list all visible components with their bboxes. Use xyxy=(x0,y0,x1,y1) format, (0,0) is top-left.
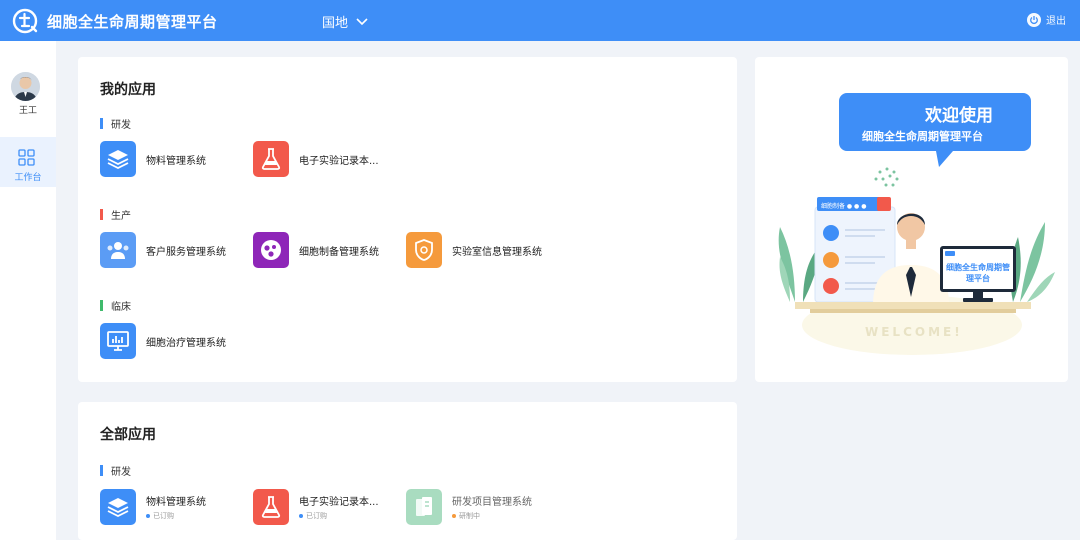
section-label-text: 研发 xyxy=(111,120,131,131)
section-label-text: 生产 xyxy=(111,211,131,222)
top-header: 细胞全生命周期管理平台 国地 退出 xyxy=(0,0,1080,41)
section-research: 研发 xyxy=(100,463,131,478)
welcome-title: 欢迎使用 xyxy=(925,106,993,126)
section-marker xyxy=(100,300,103,311)
app-name: 客户服务管理系统 xyxy=(146,246,226,258)
flask-icon xyxy=(253,489,289,525)
logout-button[interactable]: 退出 xyxy=(1027,12,1066,27)
cells-icon xyxy=(253,232,289,268)
app-name: 细胞治疗管理系统 xyxy=(146,337,226,349)
status-text: 已订购 xyxy=(153,512,174,520)
app-name: 研发项目管理系统 xyxy=(452,497,532,508)
section-marker xyxy=(100,118,103,129)
section-label-text: 临床 xyxy=(111,302,131,313)
my-apps-title: 我的应用 xyxy=(100,82,156,98)
region-selector[interactable]: 国地 xyxy=(322,12,368,31)
app-name: 电子实验记录本... xyxy=(299,155,379,167)
section-label-text: 研发 xyxy=(111,467,131,478)
layers-icon xyxy=(100,141,136,177)
region-label: 国地 xyxy=(322,16,349,31)
illustration-search-text: 细胞制备 ● ● ● xyxy=(821,203,867,210)
app-tile-cell-therapy[interactable]: 细胞治疗管理系统 xyxy=(100,323,226,359)
documents-icon xyxy=(406,489,442,525)
welcome-subtitle: 细胞全生命周期管理平台 xyxy=(862,130,983,143)
monitor-chart-icon xyxy=(100,323,136,359)
status-text: 已订购 xyxy=(306,512,327,520)
all-apps-card: 全部应用 研发 物料管理系统 已订购 电子实验记录本... 已订购 研发项目管理… xyxy=(78,402,737,540)
app-name: 细胞制备管理系统 xyxy=(299,246,379,258)
power-icon xyxy=(1027,12,1041,27)
avatar[interactable] xyxy=(11,72,40,101)
app-name: 电子实验记录本... xyxy=(299,497,379,508)
status-dot xyxy=(146,514,150,518)
app-status: 已订购 xyxy=(299,511,379,521)
shield-icon xyxy=(406,232,442,268)
logout-label: 退出 xyxy=(1046,16,1066,27)
app-status: 已订购 xyxy=(146,511,206,521)
status-dot xyxy=(299,514,303,518)
my-apps-card: 我的应用 研发 物料管理系统 电子实验记录本... 生产 客户服务管理系统 细胞… xyxy=(78,57,737,382)
sidebar-item-workbench[interactable]: 工作台 xyxy=(0,137,56,187)
status-text: 研制中 xyxy=(459,512,480,520)
all-apps-title: 全部应用 xyxy=(100,427,156,443)
app-name: 物料管理系统 xyxy=(146,497,206,508)
app-status: 研制中 xyxy=(452,511,532,521)
app-tile-eln[interactable]: 电子实验记录本... 已订购 xyxy=(253,489,379,525)
grid-icon xyxy=(18,149,35,166)
welcome-footer-text: WELCOME! xyxy=(865,325,963,339)
welcome-card: 欢迎使用 细胞全生命周期管理平台 细胞制备 ● ● ● 细胞全生命周期管理平台 … xyxy=(755,57,1068,382)
users-icon xyxy=(100,232,136,268)
section-clinical: 临床 xyxy=(100,298,131,313)
user-name: 王工 xyxy=(18,106,37,116)
status-dot xyxy=(452,514,456,518)
logo-icon xyxy=(12,8,38,34)
app-tile-cell-prep[interactable]: 细胞制备管理系统 xyxy=(253,232,379,268)
chevron-down-icon xyxy=(356,17,368,25)
flask-icon xyxy=(253,141,289,177)
app-name: 物料管理系统 xyxy=(146,155,206,167)
section-marker xyxy=(100,465,103,476)
app-tile-material[interactable]: 物料管理系统 已订购 xyxy=(100,489,206,525)
section-marker xyxy=(100,209,103,220)
app-tile-eln[interactable]: 电子实验记录本... xyxy=(253,141,379,177)
sidebar: 王工 工作台 xyxy=(0,41,56,540)
monitor-text: 细胞全生命周期管理平台 xyxy=(946,263,1010,283)
section-production: 生产 xyxy=(100,207,131,222)
app-tile-lims[interactable]: 实验室信息管理系统 xyxy=(406,232,542,268)
app-title: 细胞全生命周期管理平台 xyxy=(47,13,218,31)
app-name: 实验室信息管理系统 xyxy=(452,246,542,258)
app-tile-customer-service[interactable]: 客户服务管理系统 xyxy=(100,232,226,268)
section-research: 研发 xyxy=(100,116,131,131)
layers-icon xyxy=(100,489,136,525)
sidebar-item-label: 工作台 xyxy=(14,173,42,183)
app-tile-rd-project[interactable]: 研发项目管理系统 研制中 xyxy=(406,489,532,525)
app-tile-material[interactable]: 物料管理系统 xyxy=(100,141,206,177)
